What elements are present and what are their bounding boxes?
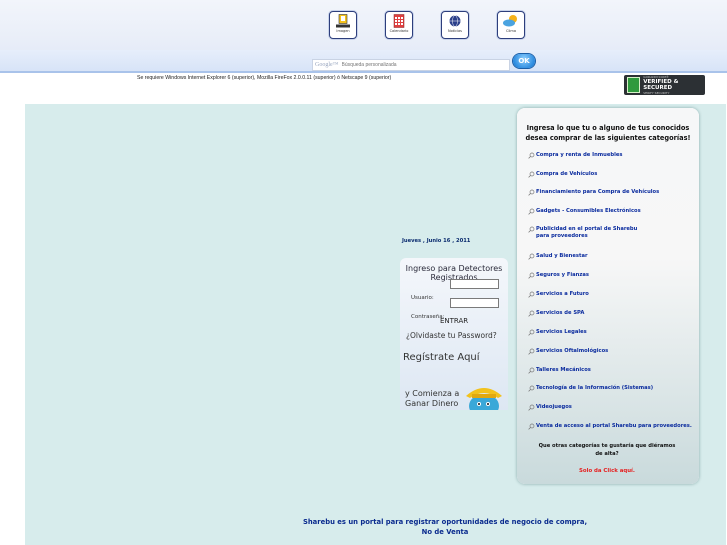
nav-label: Noticias bbox=[448, 29, 462, 33]
current-date: Jueves , Junio 16 , 2011 bbox=[402, 238, 471, 244]
category-link[interactable]: Financiamiento para Compra de Vehículos bbox=[528, 189, 659, 196]
footer-tagline: Sharebu es un portal para registrar opor… bbox=[290, 517, 600, 537]
category-link[interactable]: Compra y renta de Inmuebles bbox=[528, 152, 622, 159]
globe-icon bbox=[449, 15, 461, 27]
magnifier-icon bbox=[528, 189, 535, 196]
magnifier-icon bbox=[528, 310, 535, 317]
magnifier-icon bbox=[528, 423, 535, 430]
magnifier-icon bbox=[528, 226, 535, 233]
promo-line-1: y Comienza a bbox=[405, 389, 460, 398]
weather-icon[interactable]: Clima bbox=[497, 11, 525, 39]
category-label: Gadgets - Consumibles Electrónicos bbox=[536, 208, 641, 214]
category-link[interactable]: Servicios de SPA bbox=[528, 310, 584, 317]
category-link[interactable]: Seguros y Fianzas bbox=[528, 272, 589, 279]
category-link[interactable]: Servicios Oftalmológicos bbox=[528, 348, 608, 355]
category-link[interactable]: Videojuegos bbox=[528, 404, 572, 411]
category-label: Servicios a Futuro bbox=[536, 291, 589, 297]
category-label: Salud y Bienestar bbox=[536, 253, 588, 259]
category-label: Talleres Mecánicos bbox=[536, 367, 591, 373]
click-here-link[interactable]: Solo da Click aquí. bbox=[537, 468, 677, 474]
search-ok-button[interactable]: OK bbox=[513, 54, 535, 68]
seal-main: VERIFIED & SECURED bbox=[643, 79, 679, 91]
nav-label: Clima bbox=[506, 29, 516, 33]
other-categories-question: Que otras categorías te gustaría que dié… bbox=[538, 443, 676, 457]
category-link[interactable]: Publicidad en el portal de Sharebu para … bbox=[528, 226, 638, 240]
categories-heading: Ingresa lo que tu o alguno de tus conoci… bbox=[525, 124, 691, 142]
magnifier-icon bbox=[528, 329, 535, 336]
magnifier-icon bbox=[528, 171, 535, 178]
category-label: Servicios Oftalmológicos bbox=[536, 348, 609, 354]
category-label: Compra y renta de Inmuebles bbox=[536, 152, 623, 158]
google-label: Google™ bbox=[315, 62, 339, 68]
category-link[interactable]: Gadgets - Consumibles Electrónicos bbox=[528, 208, 641, 215]
category-label: Compra de Vehículos bbox=[536, 171, 598, 177]
login-box: Ingreso para Detectores Registrados Usua… bbox=[400, 258, 508, 410]
category-link[interactable]: Servicios Legales bbox=[528, 329, 587, 336]
category-label: Publicidad en el portal de Sharebu para … bbox=[536, 226, 638, 239]
user-label: Usuario: bbox=[411, 295, 434, 301]
nav-label: Imagen bbox=[336, 29, 350, 33]
category-link[interactable]: Salud y Bienestar bbox=[528, 253, 588, 260]
category-label: Seguros y Fianzas bbox=[536, 272, 589, 278]
category-link[interactable]: Talleres Mecánicos bbox=[528, 367, 591, 374]
mascot-icon bbox=[466, 388, 502, 410]
categories-panel: Ingresa lo que tu o alguno de tus conoci… bbox=[517, 108, 699, 484]
category-label: Venta de acceso al portal Sharebu para p… bbox=[536, 423, 692, 429]
category-label: Financiamiento para Compra de Vehículos bbox=[536, 189, 660, 195]
category-link[interactable]: Venta de acceso al portal Sharebu para p… bbox=[528, 423, 692, 430]
category-link[interactable]: Servicios a Futuro bbox=[528, 291, 589, 298]
magnifier-icon bbox=[528, 404, 535, 411]
magnifier-icon bbox=[528, 208, 535, 215]
shield-icon bbox=[336, 14, 350, 28]
promo-text: y Comienza a Ganar Dinero bbox=[405, 389, 459, 409]
enter-button[interactable]: ENTRAR bbox=[440, 317, 468, 325]
username-field[interactable] bbox=[450, 298, 499, 308]
category-label: Tecnología de la Información (Sistemas) bbox=[536, 385, 654, 391]
register-link[interactable]: Regístrate Aquí bbox=[403, 352, 480, 363]
calendar-icon[interactable]: Calendario bbox=[385, 11, 413, 39]
search-box: Google™ bbox=[312, 59, 510, 71]
calendar-grid-icon bbox=[393, 14, 405, 28]
magnifier-icon bbox=[528, 152, 535, 159]
forgot-password-link[interactable]: ¿Olvidaste tu Password? bbox=[406, 331, 497, 340]
category-link[interactable]: Tecnología de la Información (Sistemas) bbox=[528, 385, 653, 392]
category-label: Videojuegos bbox=[536, 404, 572, 410]
nav-label: Calendario bbox=[389, 29, 409, 33]
category-link[interactable]: Compra de Vehículos bbox=[528, 171, 597, 178]
magnifier-icon bbox=[528, 367, 535, 374]
search-input[interactable] bbox=[341, 60, 492, 70]
news-icon[interactable]: Noticias bbox=[441, 11, 469, 39]
login-top-field[interactable] bbox=[450, 279, 499, 289]
sun-cloud-icon bbox=[503, 15, 517, 27]
checkmark-shield-icon bbox=[627, 77, 641, 93]
browser-requirement: Se requiere Windows Internet Explorer 6 … bbox=[137, 75, 392, 81]
magnifier-icon bbox=[528, 385, 535, 392]
security-system-icon[interactable]: Imagen bbox=[329, 11, 357, 39]
magnifier-icon bbox=[528, 272, 535, 279]
magnifier-icon bbox=[528, 348, 535, 355]
magnifier-icon bbox=[528, 253, 535, 260]
security-seal[interactable]: GODADDY.COM® VERIFIED & SECURED VERIFY S… bbox=[624, 75, 705, 95]
promo-line-2: Ganar Dinero bbox=[405, 399, 459, 408]
category-label: Servicios de SPA bbox=[536, 310, 585, 316]
footer-line-2: No de Venta bbox=[421, 528, 469, 536]
magnifier-icon bbox=[528, 291, 535, 298]
seal-sub: VERIFY SECURITY bbox=[643, 91, 670, 95]
category-label: Servicios Legales bbox=[536, 329, 587, 335]
footer-line-1: Sharebu es un portal para registrar opor… bbox=[302, 518, 588, 526]
header-divider bbox=[0, 71, 727, 73]
